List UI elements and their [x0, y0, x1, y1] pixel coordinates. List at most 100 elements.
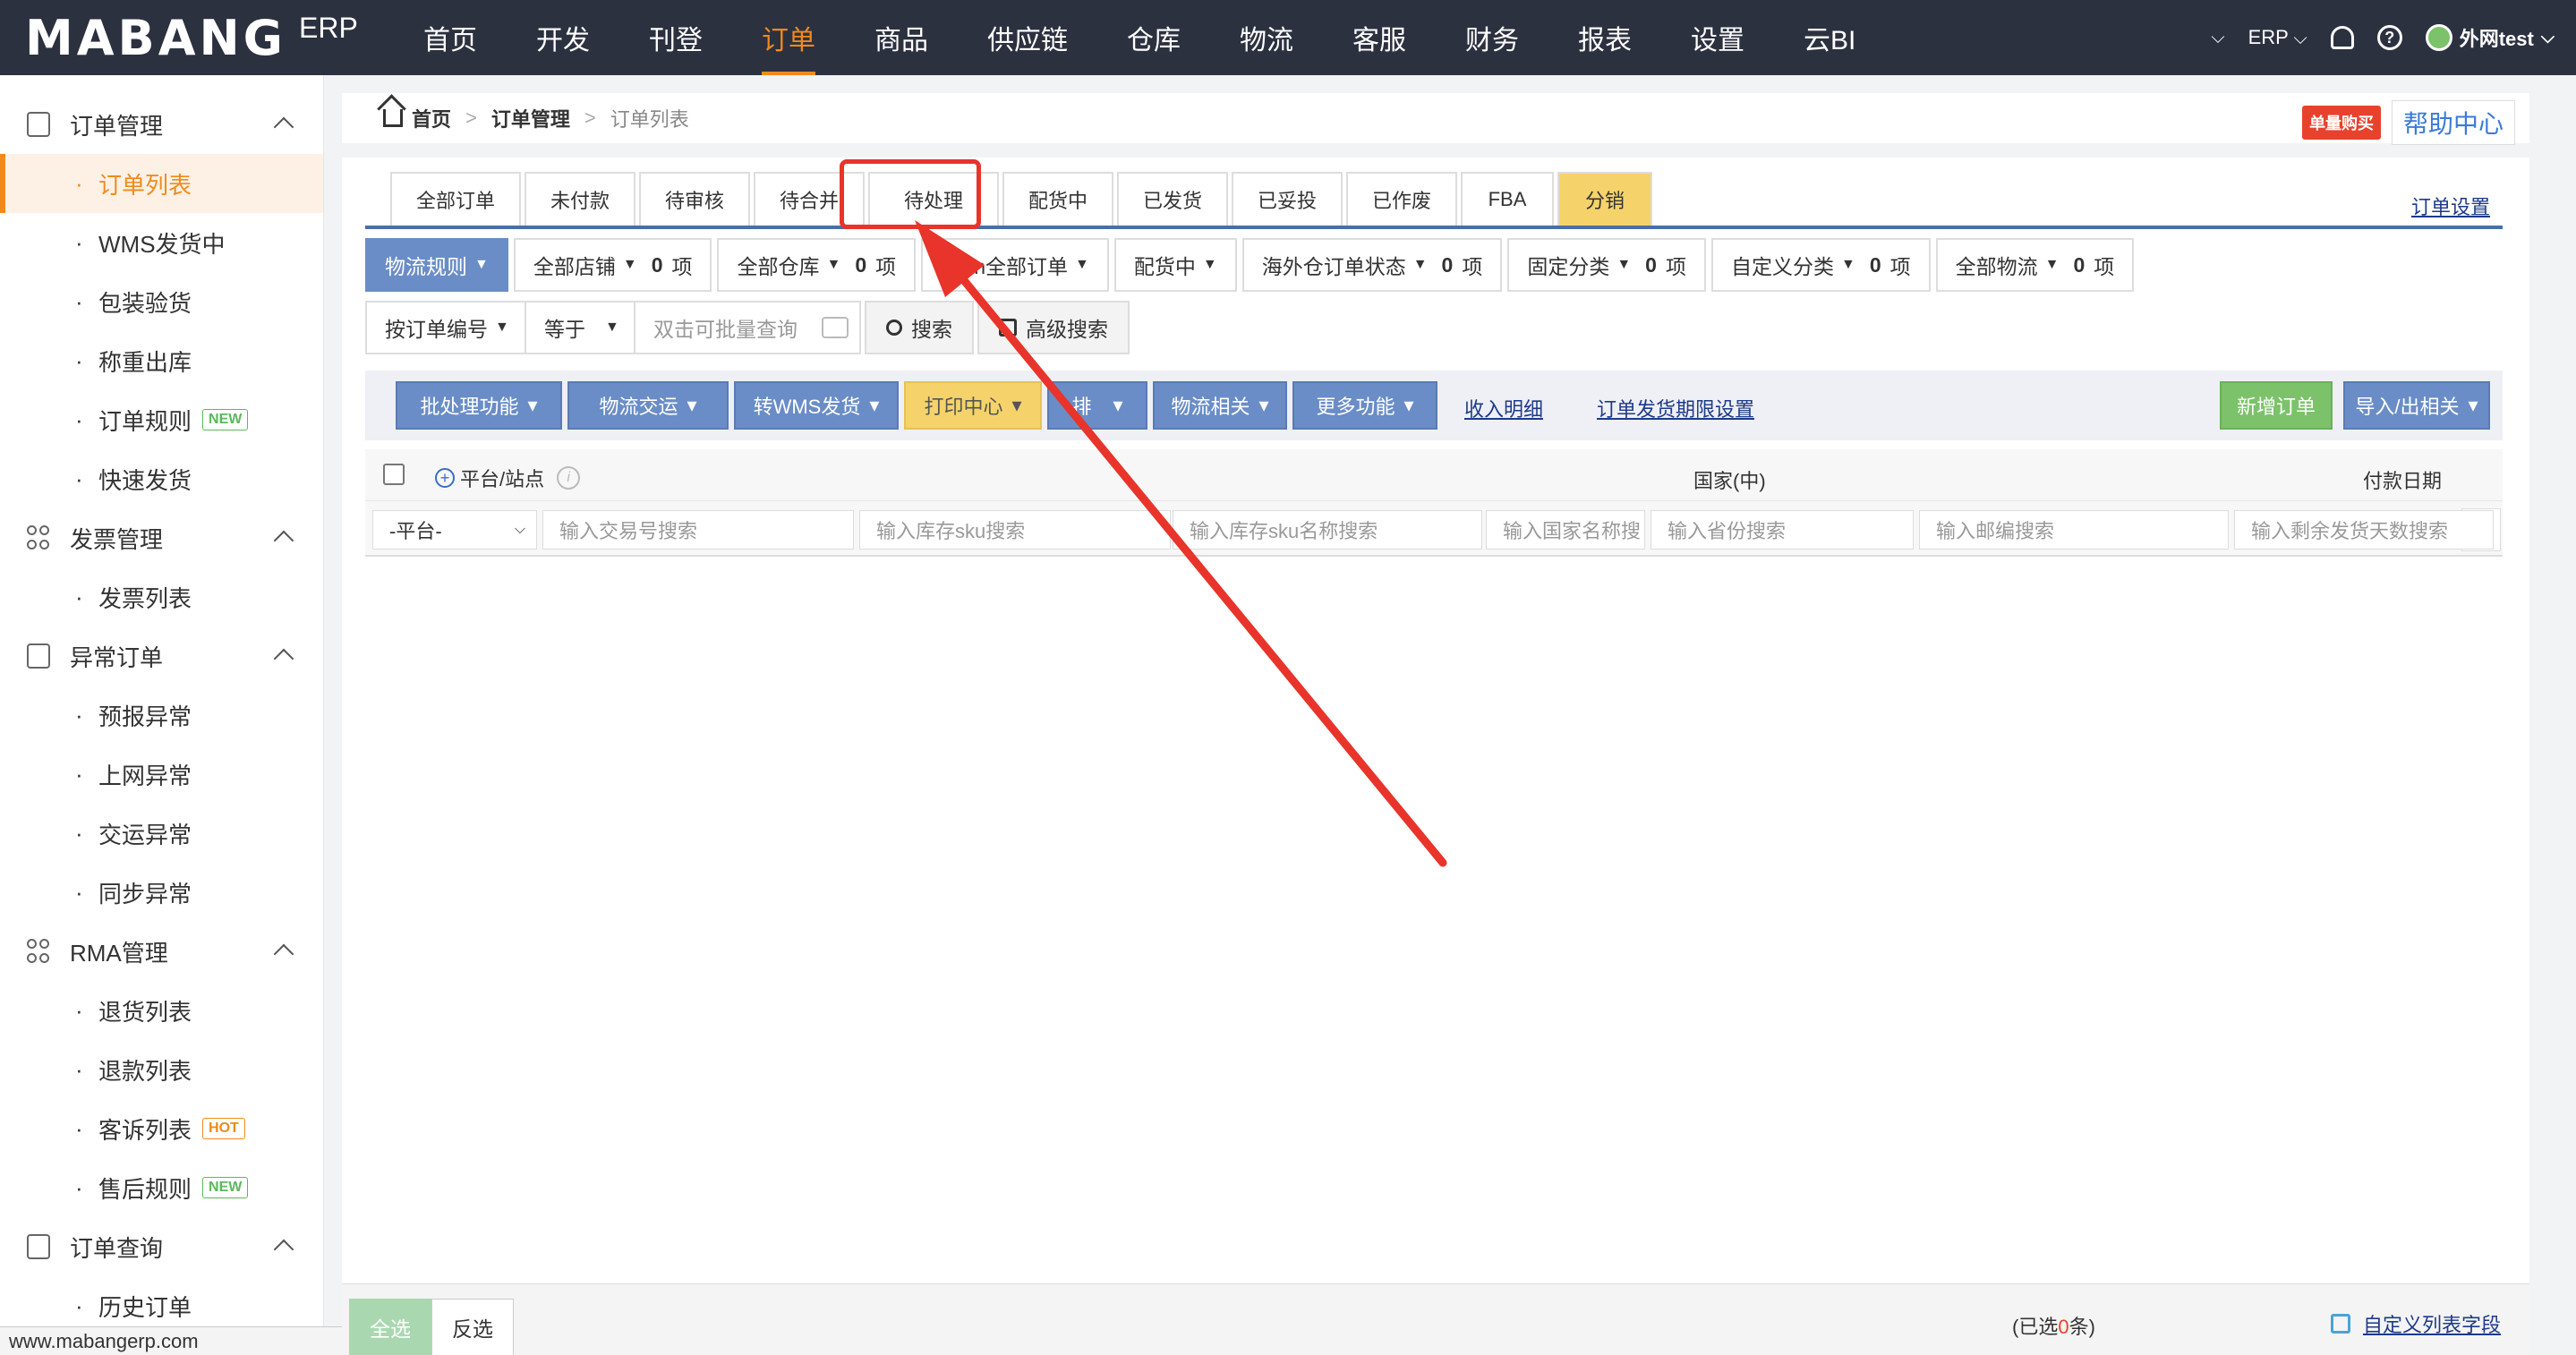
sidebar-item[interactable]: 退货列表: [0, 981, 323, 1040]
sort-button[interactable]: 排 ▾: [1047, 381, 1147, 430]
sidebar-item-label: 包装验货: [98, 289, 192, 317]
camera-icon[interactable]: [822, 317, 849, 338]
select-all-button[interactable]: 全选: [349, 1299, 431, 1355]
sidebar-group[interactable]: 发票管理: [0, 508, 323, 567]
help-icon[interactable]: ?: [2376, 25, 2402, 50]
search-operator-select[interactable]: 等于 ▼: [526, 301, 635, 354]
sidebar-group[interactable]: 异常订单: [0, 626, 323, 686]
nav-item[interactable]: 财务: [1436, 0, 1548, 75]
filter-dropdown[interactable]: 自定义分类 ▼ 0 项: [1710, 238, 1931, 292]
tab-order-status[interactable]: 待审核: [639, 172, 750, 226]
nav-item[interactable]: 订单: [732, 0, 845, 75]
select-all-checkbox[interactable]: [383, 464, 405, 485]
advanced-search-button[interactable]: 高级搜索: [977, 301, 1130, 354]
column-filter-input[interactable]: 输入交易号搜索: [542, 510, 854, 550]
sidebar-item[interactable]: 订单列表: [0, 154, 323, 213]
sidebar-item[interactable]: 预报异常: [0, 686, 323, 745]
filter-dropdown[interactable]: 配货中 ▼: [1113, 238, 1237, 292]
nav-item[interactable]: 供应链: [958, 0, 1097, 75]
breadcrumb-current: 订单列表: [610, 108, 689, 131]
breadcrumb-order-mgmt[interactable]: 订单管理: [491, 104, 570, 132]
logistics-ship-button[interactable]: 物流交运 ▾: [567, 381, 729, 430]
order-settings-link[interactable]: 订单设置: [2411, 192, 2490, 220]
nav-item[interactable]: 客服: [1323, 0, 1436, 75]
sidebar-item[interactable]: 上网异常: [0, 745, 323, 804]
filter-dropdown[interactable]: azon全部订单 ▼: [921, 238, 1109, 292]
nav-item[interactable]: 云BI: [1774, 0, 1885, 75]
column-filter-input[interactable]: 输入库存sku名称搜索: [1173, 510, 1482, 550]
bell-icon[interactable]: [2330, 26, 2354, 49]
search-button[interactable]: 搜索: [865, 301, 974, 354]
action-toolbar: 批处理功能 ▾ 物流交运 ▾ 转WMS发货 ▾ 打印中心 ▾ 排 ▾ 物流相关 ▾ 更多功能…: [365, 371, 2503, 440]
nav-item[interactable]: 物流: [1210, 0, 1323, 75]
nav-item[interactable]: 开发: [507, 0, 619, 75]
nav-item[interactable]: 设置: [1661, 0, 1774, 75]
sidebar-group[interactable]: RMA管理: [0, 922, 323, 981]
tab-order-status[interactable]: 已发货: [1117, 172, 1228, 226]
sidebar-item[interactable]: 交运异常: [0, 804, 323, 863]
new-order-button[interactable]: 新增订单: [2220, 381, 2333, 430]
filter-dropdown[interactable]: 全部仓库 ▼ 0 项: [717, 238, 917, 292]
income-detail-link[interactable]: 收入明细: [1464, 394, 1543, 422]
column-filter-input[interactable]: 输入国家名称搜: [1486, 510, 1645, 550]
nav-item[interactable]: 刊登: [619, 0, 732, 75]
nav-item[interactable]: 首页: [394, 0, 507, 75]
wms-ship-button[interactable]: 转WMS发货 ▾: [734, 381, 899, 430]
nav-item[interactable]: 仓库: [1097, 0, 1210, 75]
filter-dropdown[interactable]: 全部店铺 ▼ 0 项: [513, 238, 712, 292]
help-center-link[interactable]: 帮助中心: [2391, 100, 2515, 145]
collapse-chevron-icon[interactable]: ⌵: [2211, 28, 2224, 48]
import-export-button[interactable]: 导入/出相关 ▾: [2343, 381, 2490, 430]
sidebar-item[interactable]: 售后规则 NEW: [0, 1158, 323, 1217]
env-switcher[interactable]: ERP ⌵: [2248, 26, 2307, 49]
tab-order-status[interactable]: 分销: [1557, 172, 1652, 226]
sidebar-item[interactable]: 称重出库: [0, 331, 323, 390]
nav-item[interactable]: 报表: [1548, 0, 1661, 75]
user-menu[interactable]: 外网test ⌵: [2425, 23, 2555, 52]
sidebar-item[interactable]: 退款列表: [0, 1040, 323, 1099]
deadline-settings-link[interactable]: 订单发货期限设置: [1597, 394, 1754, 422]
sidebar-group[interactable]: 订单查询: [0, 1217, 323, 1276]
add-column-icon[interactable]: +: [435, 468, 455, 488]
sidebar-item[interactable]: 客诉列表 HOT: [0, 1099, 323, 1158]
filter-dropdown[interactable]: 物流规则 ▼: [365, 238, 508, 292]
column-filter-input[interactable]: 输入省份搜索: [1651, 510, 1914, 550]
tab-order-status[interactable]: 未付款: [525, 172, 635, 226]
sidebar-group[interactable]: 订单管理: [0, 95, 323, 154]
sidebar-item[interactable]: WMS发货中: [0, 213, 323, 272]
tab-order-status[interactable]: 配货中: [1002, 172, 1113, 226]
filter-dropdown[interactable]: 全部物流 ▼ 0 项: [1935, 238, 2135, 292]
tab-order-status[interactable]: 已作废: [1346, 172, 1457, 226]
sidebar-item[interactable]: 发票列表: [0, 567, 323, 626]
filter-dropdown[interactable]: 海外仓订单状态 ▼ 0 项: [1241, 238, 1503, 292]
sidebar-item[interactable]: 包装验货: [0, 272, 323, 331]
batch-function-button[interactable]: 批处理功能 ▾: [396, 381, 562, 430]
filter-dropdown[interactable]: 固定分类 ▼ 0 项: [1507, 238, 1706, 292]
buy-volume-button[interactable]: 单量购买: [2301, 106, 2381, 140]
more-functions-button[interactable]: 更多功能 ▾: [1292, 381, 1437, 430]
chevron-up-icon: [273, 943, 294, 965]
info-icon[interactable]: i: [557, 466, 581, 490]
invert-selection-button[interactable]: 反选: [431, 1299, 514, 1355]
breadcrumb-home[interactable]: 首页: [412, 104, 451, 132]
mabang-logo[interactable]: MABANG ERP: [25, 9, 358, 66]
column-filter-input[interactable]: 输入剩余发货天数搜索: [2234, 510, 2494, 550]
search-field-select[interactable]: 按订单编号 ▼: [365, 301, 526, 354]
custom-fields-link[interactable]: 自定义列表字段: [2330, 1309, 2501, 1338]
sidebar-item[interactable]: 订单规则 NEW: [0, 390, 323, 449]
sidebar-item-label: 订单规则: [98, 407, 192, 435]
tab-order-status[interactable]: 已妥投: [1232, 172, 1343, 226]
breadcrumb-separator: >: [584, 107, 596, 129]
logistics-related-button[interactable]: 物流相关 ▾: [1153, 381, 1287, 430]
sidebar-item[interactable]: 同步异常: [0, 863, 323, 922]
column-filter-input[interactable]: 输入库存sku搜索: [859, 510, 1171, 550]
sidebar-item-label: 交运异常: [98, 821, 192, 848]
tab-order-status[interactable]: FBA: [1461, 172, 1554, 226]
sidebar-item[interactable]: 快速发货: [0, 449, 323, 508]
platform-filter-select[interactable]: -平台- ⌵: [372, 510, 537, 550]
print-center-button[interactable]: 打印中心 ▾: [904, 381, 1042, 430]
search-input[interactable]: 双击可批量查询: [635, 301, 861, 354]
column-filter-input[interactable]: 输入邮编搜索: [1919, 510, 2229, 550]
nav-item[interactable]: 商品: [845, 0, 958, 75]
tab-order-status[interactable]: 全部订单: [390, 172, 521, 226]
